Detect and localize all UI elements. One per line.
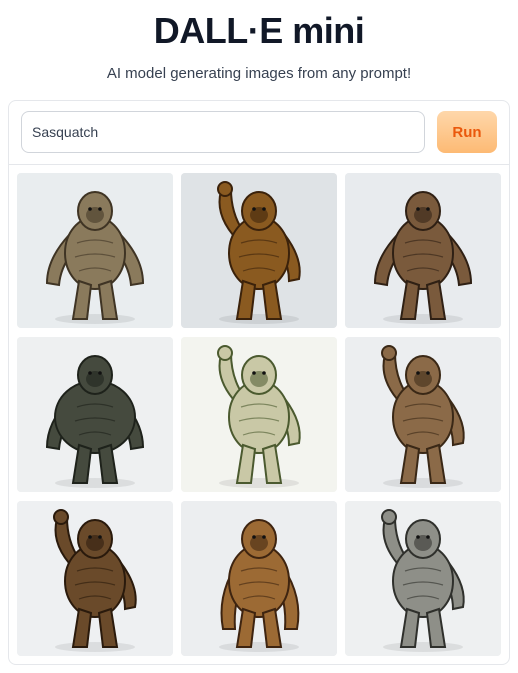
sasquatch-image-7[interactable] [17, 501, 173, 656]
sasquatch-illustration [17, 173, 173, 328]
sasquatch-illustration [345, 337, 501, 492]
sasquatch-image-9[interactable] [345, 501, 501, 656]
page-title: DALL·E mini [153, 10, 365, 51]
sasquatch-image-8[interactable] [181, 501, 337, 656]
sasquatch-illustration [17, 337, 173, 492]
prompt-row: Run [9, 101, 509, 165]
sasquatch-image-4[interactable] [17, 337, 173, 492]
sasquatch-image-5[interactable] [181, 337, 337, 492]
image-gallery [17, 173, 503, 657]
run-button[interactable]: Run [437, 111, 497, 153]
sasquatch-illustration [181, 501, 337, 656]
sasquatch-image-3[interactable] [345, 173, 501, 328]
sasquatch-image-1[interactable] [17, 173, 173, 328]
sasquatch-illustration [181, 337, 337, 492]
generator-card: Run [8, 100, 510, 665]
sasquatch-illustration [345, 501, 501, 656]
sasquatch-illustration [345, 173, 501, 328]
sasquatch-illustration [181, 173, 337, 328]
prompt-input[interactable] [21, 111, 425, 153]
page-subtitle: AI model generating images from any prom… [106, 65, 412, 82]
sasquatch-illustration [17, 501, 173, 656]
sasquatch-image-2[interactable] [181, 173, 337, 328]
sasquatch-image-6[interactable] [345, 337, 501, 492]
